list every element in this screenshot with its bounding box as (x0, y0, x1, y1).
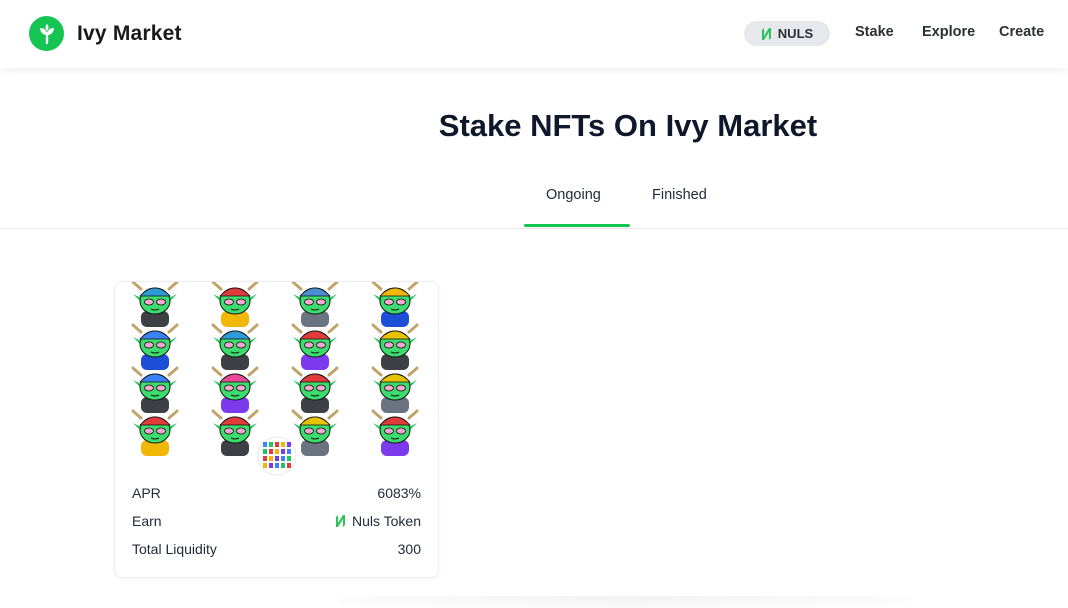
active-tab-indicator (524, 224, 630, 227)
nft-character (131, 323, 179, 370)
nft-character (371, 282, 419, 327)
page-title: Stake NFTs On Ivy Market (438, 108, 818, 143)
nft-character (131, 409, 179, 456)
nft-collection-image (131, 282, 419, 476)
liquidity-label: Total Liquidity (132, 541, 217, 557)
nft-character (211, 409, 259, 456)
nft-character (291, 323, 339, 370)
top-nav-bar: Ivy Market NULS Stake Explore Create (0, 0, 1068, 68)
earn-value: Nuls Token (335, 513, 421, 529)
apr-row: APR 6083% (132, 485, 421, 501)
liquidity-value: 300 (397, 541, 421, 557)
brand-name: Ivy Market (77, 21, 182, 45)
nft-character (291, 409, 339, 456)
nft-character (371, 366, 419, 413)
tab-ongoing[interactable]: Ongoing (546, 187, 601, 203)
tabs-divider (0, 228, 1068, 229)
liquidity-row: Total Liquidity 300 (132, 541, 421, 557)
content-shadow (340, 596, 910, 608)
nft-character (211, 366, 259, 413)
nav-explore-link[interactable]: Explore (922, 24, 975, 40)
ivy-logo-icon (29, 16, 64, 51)
stake-pool-card[interactable]: APR 6083% Earn Nuls Token Total Liquidit… (114, 281, 439, 578)
nuls-icon (335, 514, 346, 528)
network-selector-button[interactable]: NULS (744, 21, 830, 46)
collection-badge-icon (257, 436, 297, 476)
network-label: NULS (777, 26, 814, 41)
apr-value: 6083% (377, 485, 421, 501)
nft-character (291, 282, 339, 327)
nav-create-link[interactable]: Create (999, 24, 1044, 40)
earn-row: Earn Nuls Token (132, 513, 421, 529)
nft-character (211, 282, 259, 327)
earn-label: Earn (132, 513, 162, 529)
nft-character (131, 282, 179, 327)
tab-finished[interactable]: Finished (652, 187, 707, 203)
nft-character (131, 366, 179, 413)
brand-home-link[interactable]: Ivy Market (29, 16, 182, 51)
earn-token-name: Nuls Token (351, 513, 421, 529)
nft-character (291, 366, 339, 413)
nft-character (211, 323, 259, 370)
nft-character (371, 323, 419, 370)
nuls-icon (761, 27, 772, 41)
apr-label: APR (132, 485, 161, 501)
nav-stake-link[interactable]: Stake (855, 24, 894, 40)
nft-character (371, 409, 419, 456)
